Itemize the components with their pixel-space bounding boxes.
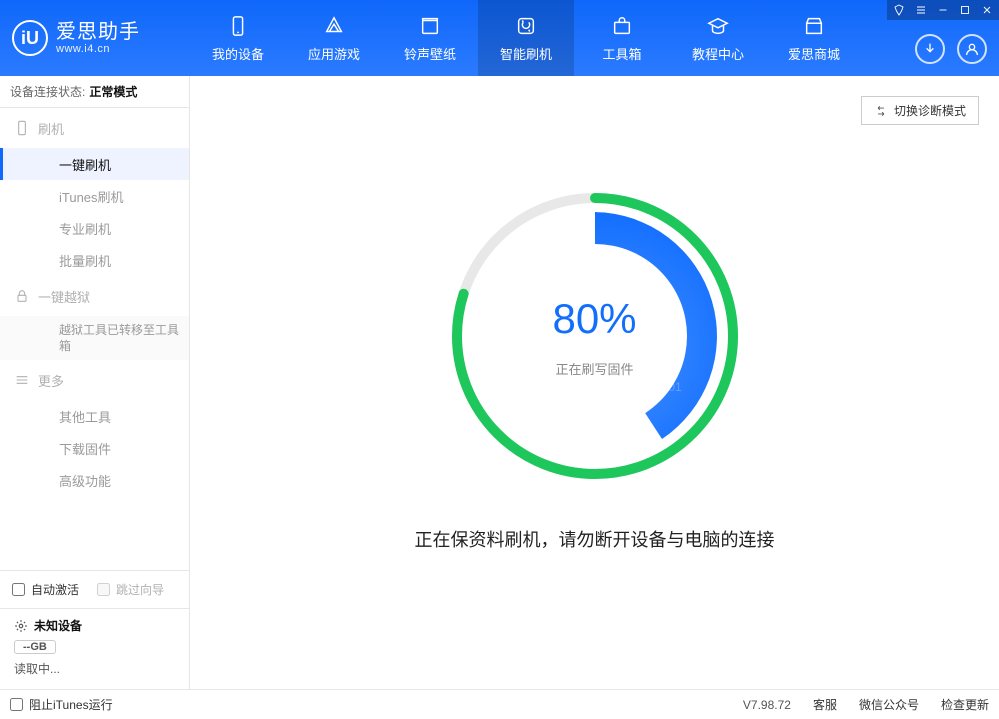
user-button[interactable]: [957, 34, 987, 64]
section-label: 刷机: [38, 119, 64, 138]
main-message: 正在保资料刷机，请勿断开设备与电脑的连接: [415, 526, 775, 552]
main-nav: 我的设备 应用游戏 铃声壁纸 智能刷机 工具箱 教程中心: [190, 0, 862, 76]
nav-label: 智能刷机: [500, 44, 552, 63]
graduation-icon: [706, 14, 730, 38]
main-content: 切换诊断模式: [190, 76, 999, 689]
sidebar-item-pro-flash[interactable]: 专业刷机: [0, 212, 189, 244]
close-icon[interactable]: [979, 2, 995, 18]
status-label: 设备连接状态:: [10, 83, 85, 100]
footer-link-update[interactable]: 检查更新: [941, 696, 989, 713]
nav-ringtones[interactable]: 铃声壁纸: [382, 0, 478, 76]
nav-label: 教程中心: [692, 44, 744, 63]
sidebar-item-advanced[interactable]: 高级功能: [0, 464, 189, 496]
brand: iU 爱思助手 www.i4.cn: [0, 0, 190, 76]
status-value: 正常模式: [89, 83, 137, 100]
sidebar-item-jailbreak-info: 越狱工具已转移至工具箱: [0, 316, 189, 360]
menu-icon[interactable]: [913, 2, 929, 18]
skip-guide-checkbox[interactable]: 跳过向导: [97, 581, 164, 598]
sidebar-section-flash[interactable]: 刷机: [0, 108, 189, 148]
nav-label: 爱思商城: [788, 44, 840, 63]
brand-url: www.i4.cn: [56, 43, 140, 55]
nav-apps[interactable]: 应用游戏: [286, 0, 382, 76]
toolbox-icon: [610, 14, 634, 38]
progress-caption: 正在刷写固件: [555, 359, 633, 378]
section-label: 一键越狱: [38, 287, 90, 306]
sidebar-item-oneclick-flash[interactable]: 一键刷机: [0, 148, 189, 180]
sidebar: 设备连接状态: 正常模式 刷机 一键刷机 iTunes刷机 专业刷机 批量刷机 …: [0, 76, 190, 689]
device-storage: --GB: [14, 640, 56, 654]
nav-toolbox[interactable]: 工具箱: [574, 0, 670, 76]
device-panel: 未知设备 --GB 读取中...: [0, 608, 189, 689]
brand-title: 爱思助手: [56, 21, 140, 43]
apps-icon: [322, 14, 346, 38]
sidebar-section-jailbreak[interactable]: 一键越狱: [0, 276, 189, 316]
window-controls: [887, 0, 999, 20]
app-header: iU 爱思助手 www.i4.cn 我的设备 应用游戏 铃声壁纸 智能刷机: [0, 0, 999, 76]
refresh-icon: [514, 14, 538, 38]
sidebar-item-other-tools[interactable]: 其他工具: [0, 400, 189, 432]
sidebar-item-batch-flash[interactable]: 批量刷机: [0, 244, 189, 276]
progress-ring: 01010 010101 0101 80% 正在刷写固件: [445, 186, 745, 486]
section-label: 更多: [38, 371, 64, 390]
settings-icon: [14, 619, 28, 633]
nav-store[interactable]: 爱思商城: [766, 0, 862, 76]
nav-tutorials[interactable]: 教程中心: [670, 0, 766, 76]
sidebar-section-more[interactable]: 更多: [0, 360, 189, 400]
nav-my-device[interactable]: 我的设备: [190, 0, 286, 76]
theme-icon[interactable]: [891, 2, 907, 18]
sidebar-options: 自动激活 跳过向导: [0, 570, 189, 608]
footer-link-support[interactable]: 客服: [813, 696, 837, 713]
switch-diag-mode-button[interactable]: 切换诊断模式: [861, 96, 979, 125]
sidebar-item-download-firmware[interactable]: 下载固件: [0, 432, 189, 464]
sidebar-item-itunes-flash[interactable]: iTunes刷机: [0, 180, 189, 212]
device-name: 未知设备: [34, 617, 82, 634]
nav-flash[interactable]: 智能刷机: [478, 0, 574, 76]
auto-activate-checkbox[interactable]: 自动激活: [12, 581, 79, 598]
footer-link-wechat[interactable]: 微信公众号: [859, 696, 919, 713]
phone-icon: [226, 14, 250, 38]
footer: 阻止iTunes运行 V7.98.72 客服 微信公众号 检查更新: [0, 689, 999, 719]
maximize-icon[interactable]: [957, 2, 973, 18]
block-itunes-checkbox[interactable]: 阻止iTunes运行: [10, 696, 113, 713]
connection-status: 设备连接状态: 正常模式: [0, 76, 189, 108]
app-logo-icon: iU: [12, 20, 48, 56]
minimize-icon[interactable]: [935, 2, 951, 18]
wallpaper-icon: [418, 14, 442, 38]
device-reading: 读取中...: [14, 660, 179, 677]
download-button[interactable]: [915, 34, 945, 64]
nav-label: 工具箱: [602, 44, 641, 63]
version-label: V7.98.72: [743, 698, 791, 712]
nav-label: 铃声壁纸: [404, 44, 456, 63]
progress-percent: 80%: [552, 295, 636, 343]
store-icon: [802, 14, 826, 38]
nav-label: 应用游戏: [308, 44, 360, 63]
header-right: [915, 34, 987, 64]
nav-label: 我的设备: [212, 44, 264, 63]
